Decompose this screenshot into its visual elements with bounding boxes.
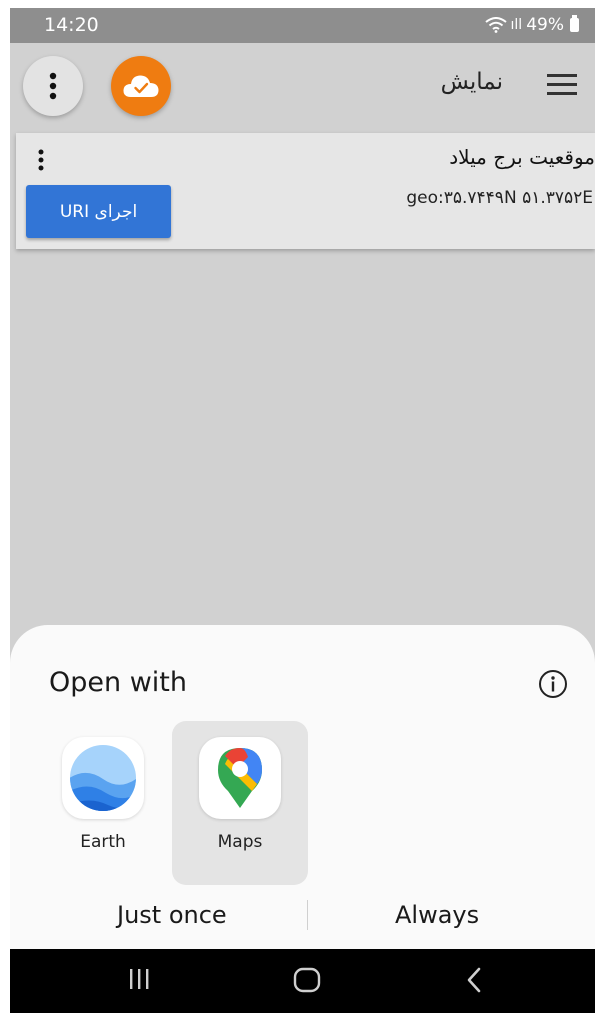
- battery-percent: 49%: [526, 15, 564, 35]
- always-button[interactable]: Always: [395, 901, 479, 929]
- battery-icon: [570, 15, 579, 32]
- recents-icon[interactable]: [128, 967, 150, 991]
- uri-card: موقعیت برج میلاد geo:۳۵.۷۴۴۹N ۵۱.۳۷۵۲E ا…: [16, 133, 595, 249]
- more-vert-icon: [49, 72, 57, 100]
- hamburger-menu-icon[interactable]: [547, 74, 577, 96]
- run-uri-button[interactable]: اجرای URI: [26, 185, 171, 238]
- status-indicators: ıll 49%: [484, 15, 579, 35]
- phone-screen: 14:20 ıll 49% نمایش موقعیت برج میلاد geo…: [10, 8, 595, 1013]
- app-option-maps[interactable]: Maps: [172, 721, 308, 885]
- app-label-earth: Earth: [80, 832, 126, 852]
- google-earth-icon: [62, 737, 144, 819]
- back-icon[interactable]: [466, 967, 482, 993]
- info-icon[interactable]: [538, 669, 568, 699]
- status-bar: 14:20 ıll 49%: [10, 8, 595, 43]
- more-options-button[interactable]: [23, 56, 83, 116]
- card-title: موقعیت برج میلاد: [449, 145, 595, 169]
- just-once-button[interactable]: Just once: [117, 901, 227, 929]
- cloud-check-icon: [123, 75, 159, 97]
- home-icon[interactable]: [293, 967, 321, 993]
- wifi-icon: [484, 17, 507, 33]
- geo-uri-text: geo:۳۵.۷۴۴۹N ۵۱.۳۷۵۲E: [406, 188, 593, 208]
- status-time: 14:20: [44, 14, 99, 36]
- sheet-title: Open with: [49, 667, 187, 698]
- signal-icon: ıll: [510, 17, 523, 33]
- google-maps-icon: [199, 737, 281, 819]
- cloud-sync-button[interactable]: [111, 56, 171, 116]
- app-label-maps: Maps: [217, 832, 263, 852]
- app-toolbar: نمایش: [10, 43, 595, 129]
- page-title: نمایش: [440, 69, 503, 95]
- system-nav-bar: [10, 949, 595, 1013]
- open-with-sheet: Open with Earth Maps Just once Always: [10, 625, 595, 957]
- app-option-earth[interactable]: Earth: [35, 721, 171, 885]
- choice-divider: [307, 900, 308, 930]
- card-more-icon[interactable]: [38, 149, 44, 171]
